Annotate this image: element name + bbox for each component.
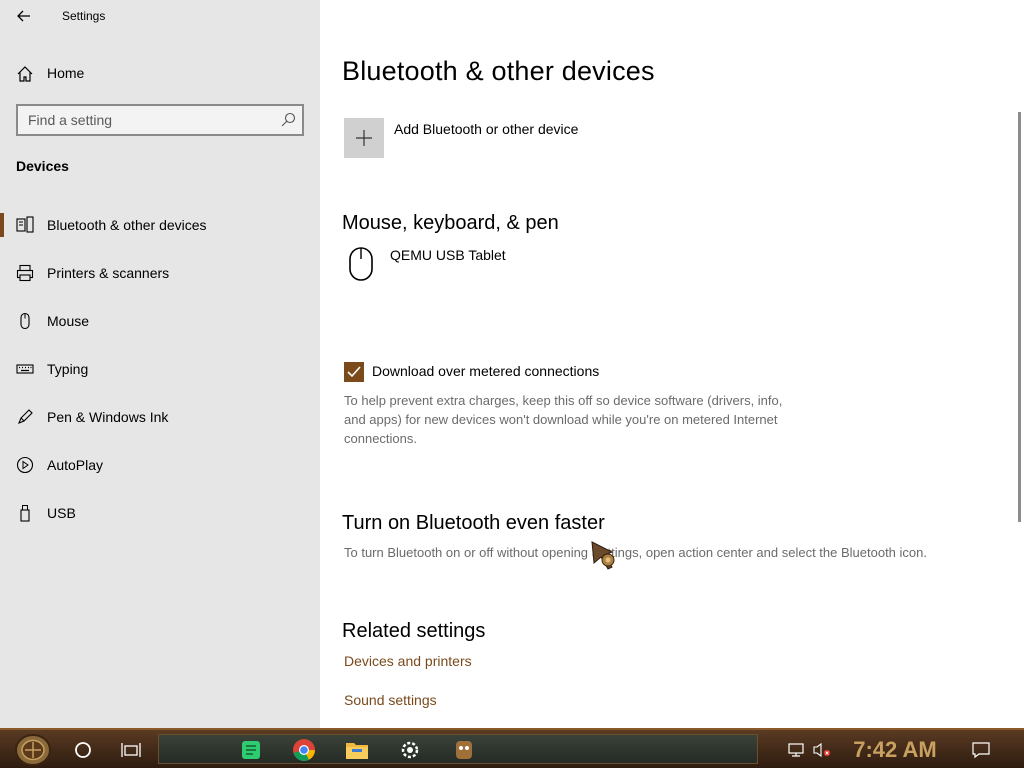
printer-icon xyxy=(16,264,34,282)
mouse-section-title: Mouse, keyboard, & pen xyxy=(342,212,559,234)
search-box xyxy=(16,104,304,136)
back-button[interactable] xyxy=(8,0,40,32)
task-view-button[interactable] xyxy=(114,732,148,768)
devices-printers-link[interactable]: Devices and printers xyxy=(344,653,472,669)
pinned-app-icon xyxy=(456,741,472,759)
usb-icon xyxy=(20,505,30,522)
sidebar-item-label: Mouse xyxy=(47,313,90,329)
sidebar-item-label: Printers & scanners xyxy=(47,265,170,281)
sidebar: Settings Home Devices Bluetooth & other … xyxy=(0,0,320,728)
settings-icon xyxy=(401,741,419,759)
sidebar-item-pen[interactable]: Pen & Windows Ink xyxy=(0,397,320,437)
page-title: Bluetooth & other devices xyxy=(342,56,655,86)
mouse-icon xyxy=(20,312,30,330)
sidebar-item-mouse[interactable]: Mouse xyxy=(0,301,320,341)
main-content: Bluetooth & other devices Add Bluetooth … xyxy=(320,0,1024,728)
chrome-button[interactable] xyxy=(287,732,321,768)
sidebar-item-bluetooth[interactable]: Bluetooth & other devices xyxy=(0,205,320,245)
autoplay-icon xyxy=(16,456,34,474)
add-device-label[interactable]: Add Bluetooth or other device xyxy=(394,121,578,137)
volume-muted-icon xyxy=(813,742,831,758)
sidebar-item-label: USB xyxy=(47,505,76,521)
sidebar-item-label: Typing xyxy=(47,361,89,377)
checkmark-icon xyxy=(347,366,361,378)
faster-help-text: To turn Bluetooth on or off without open… xyxy=(344,545,927,560)
plus-icon xyxy=(356,130,372,146)
cortana-icon xyxy=(75,742,91,758)
volume-button[interactable] xyxy=(810,732,834,768)
keyboard-icon xyxy=(16,364,34,374)
action-center-icon xyxy=(972,742,990,759)
file-explorer-icon xyxy=(346,743,368,759)
selection-indicator xyxy=(0,213,4,237)
sound-settings-link[interactable]: Sound settings xyxy=(344,692,437,708)
cortana-button[interactable] xyxy=(66,732,100,768)
pinned-app-button[interactable] xyxy=(447,732,481,768)
start-button[interactable] xyxy=(8,732,58,768)
add-device-button[interactable] xyxy=(344,118,384,158)
window-title: Settings xyxy=(62,9,106,23)
bluetooth-devices-icon xyxy=(16,216,34,233)
sidebar-item-home[interactable]: Home xyxy=(0,58,320,88)
search-input[interactable] xyxy=(18,106,268,134)
home-icon xyxy=(17,66,33,82)
notes-app-button[interactable] xyxy=(234,732,268,768)
search-icon[interactable] xyxy=(280,112,296,128)
network-icon xyxy=(788,743,804,757)
sidebar-item-label: Pen & Windows Ink xyxy=(47,409,169,425)
network-button[interactable] xyxy=(784,732,808,768)
sidebar-item-label: AutoPlay xyxy=(47,457,104,473)
taskbar: 7:42 AM xyxy=(0,728,1024,768)
task-view-icon xyxy=(121,743,141,757)
taskbar-clock[interactable]: 7:42 AM xyxy=(840,736,950,764)
sidebar-item-typing[interactable]: Typing xyxy=(0,349,320,389)
notes-app-icon xyxy=(242,741,260,759)
home-label: Home xyxy=(47,65,85,81)
sidebar-section-title: Devices xyxy=(16,158,69,174)
start-icon xyxy=(15,734,51,766)
chrome-icon xyxy=(293,739,315,761)
sidebar-item-label: Bluetooth & other devices xyxy=(47,217,207,233)
file-explorer-button[interactable] xyxy=(340,732,374,768)
related-settings-title: Related settings xyxy=(342,620,486,642)
scrollbar[interactable] xyxy=(1018,112,1021,522)
sidebar-item-usb[interactable]: USB xyxy=(0,493,320,533)
metered-help-text: To help prevent extra charges, keep this… xyxy=(344,393,783,446)
faster-section-title: Turn on Bluetooth even faster xyxy=(342,512,605,534)
action-center-button[interactable] xyxy=(964,732,998,768)
device-name[interactable]: QEMU USB Tablet xyxy=(390,247,506,263)
metered-checkbox[interactable] xyxy=(344,362,364,382)
pen-icon xyxy=(18,409,33,424)
sidebar-item-autoplay[interactable]: AutoPlay xyxy=(0,445,320,485)
arrow-left-icon xyxy=(17,10,30,22)
settings-button[interactable] xyxy=(393,732,427,768)
mouse-device-icon xyxy=(349,247,373,281)
metered-checkbox-label[interactable]: Download over metered connections xyxy=(372,363,599,379)
sidebar-item-printers[interactable]: Printers & scanners xyxy=(0,253,320,293)
pointer-cursor-icon xyxy=(591,541,615,570)
settings-window: Settings Home Devices Bluetooth & other … xyxy=(0,0,1024,728)
